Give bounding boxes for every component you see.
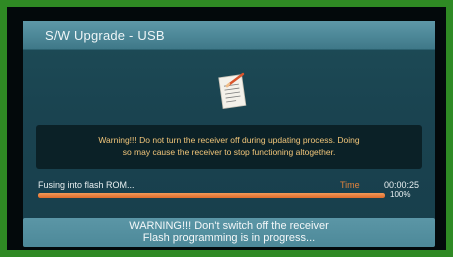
warning-text-line-2: so may cause the receiver to stop functi… <box>122 147 336 157</box>
time-value: 00:00:25 <box>384 180 420 190</box>
footer-warning-bar: WARNING!!! Don't switch off the receiver… <box>23 218 435 247</box>
upgrade-dialog: S/W Upgrade - USB Warning!!! Do not turn… <box>23 21 435 227</box>
document-edit-icon <box>218 72 247 109</box>
footer-warning-line-1: WARNING!!! Don't switch off the receiver <box>129 220 329 232</box>
progress-bar-fill <box>38 193 385 198</box>
progress-percent: 100% <box>390 190 411 199</box>
progress-status-label: Fusing into flash ROM... <box>38 180 135 190</box>
warning-panel: Warning!!! Do not turn the receiver off … <box>36 125 422 169</box>
time-label: Time <box>340 180 360 190</box>
tv-screen: S/W Upgrade - USB Warning!!! Do not turn… <box>7 7 446 250</box>
dialog-title-bar: S/W Upgrade - USB <box>23 21 435 50</box>
warning-text-line-1: Warning!!! Do not turn the receiver off … <box>98 135 360 145</box>
footer-warning-line-2: Flash programming is in progress... <box>142 232 316 244</box>
progress-bar <box>38 193 385 198</box>
dialog-title: S/W Upgrade - USB <box>45 28 165 43</box>
